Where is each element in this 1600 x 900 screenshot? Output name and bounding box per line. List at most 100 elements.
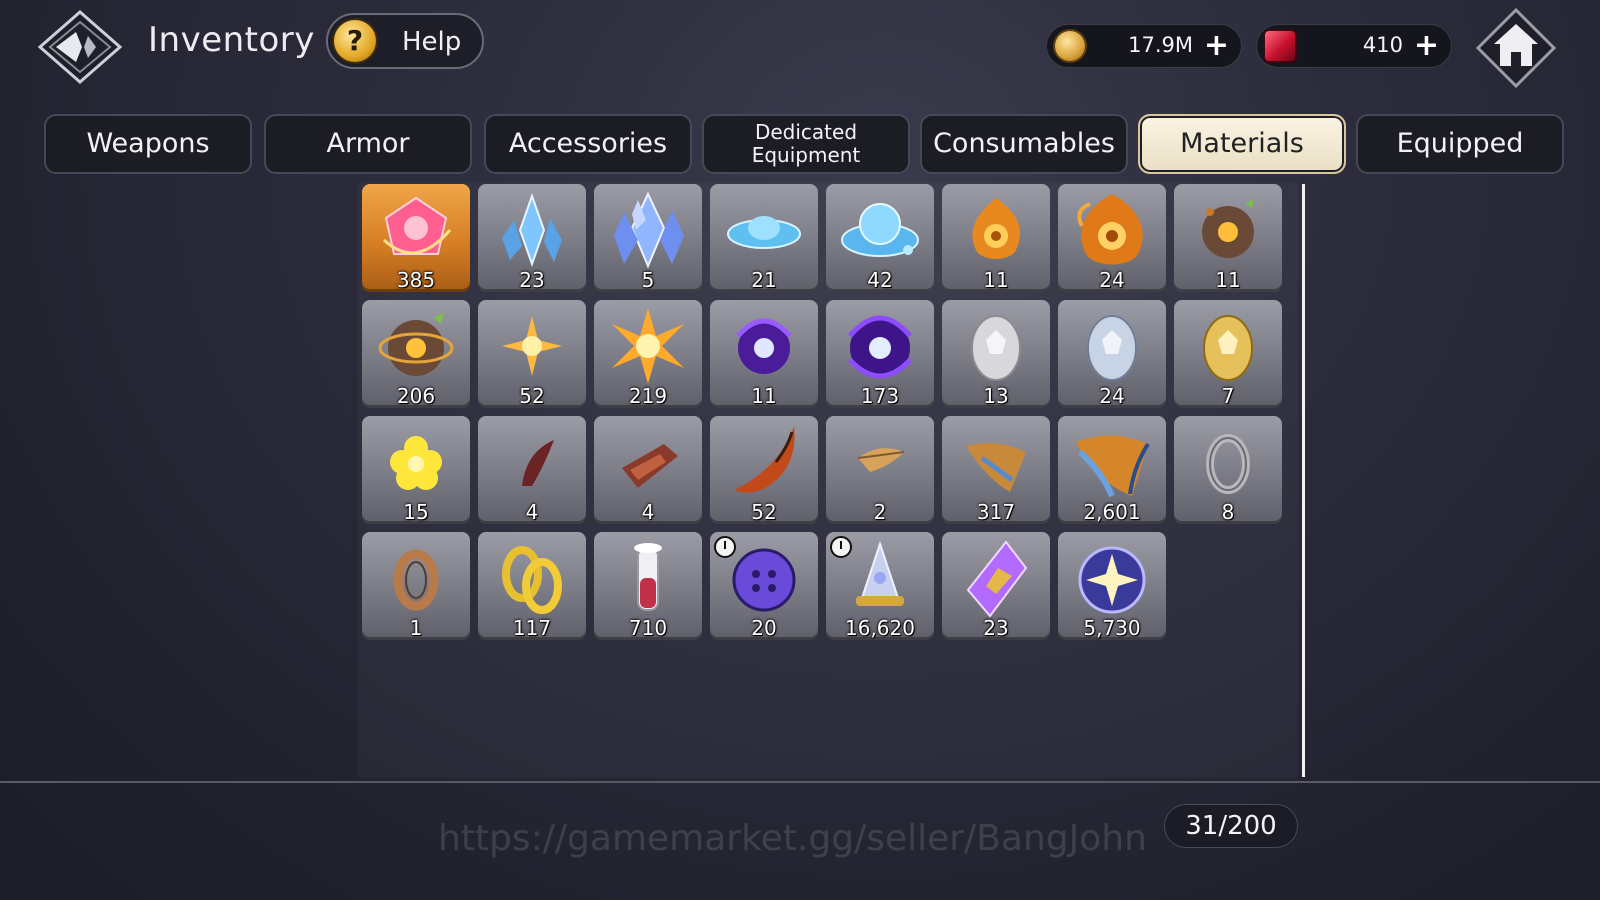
- crystal-lamp-icon: [856, 540, 904, 606]
- tab-consumables[interactable]: Consumables: [920, 114, 1128, 174]
- flame-rose-large-icon: [1077, 194, 1143, 265]
- wing-fragment-icon: [966, 443, 1026, 492]
- silver-egg-icon: [971, 315, 1021, 381]
- page-title: Inventory: [148, 20, 315, 60]
- footer-divider: [0, 781, 1600, 783]
- water-orb-small-icon: [727, 216, 801, 249]
- star-orb-icon: [1078, 546, 1146, 614]
- inventory-slot[interactable]: 11: [942, 184, 1050, 292]
- inventory-slot[interactable]: 317: [942, 416, 1050, 524]
- gold-currency: 17.9M +: [1046, 24, 1242, 68]
- item-quantity: 13: [983, 384, 1009, 408]
- tab-dedicated-equipment[interactable]: Dedicated Equipment: [702, 114, 910, 174]
- claw-small-icon: [522, 440, 554, 486]
- item-quantity: 385: [396, 268, 436, 292]
- inventory-slot[interactable]: 710: [594, 532, 702, 640]
- item-quantity: 23: [983, 616, 1009, 640]
- sun-shard-small-icon: [502, 316, 562, 376]
- home-icon: [1475, 7, 1557, 89]
- inventory-slot[interactable]: 5: [594, 184, 702, 292]
- item-quantity: 24: [1099, 384, 1125, 408]
- bronze-ring-icon: [393, 549, 439, 611]
- diamond-back-icon: [37, 10, 123, 84]
- inventory-slot[interactable]: 385: [362, 184, 470, 292]
- item-quantity: 5: [641, 268, 655, 292]
- watermark-text: https://gamemarket.gg/seller/BangJohn: [438, 818, 1147, 859]
- inventory-slot[interactable]: 2,601: [1058, 416, 1166, 524]
- fire-seed-small-icon: [1202, 198, 1254, 258]
- item-quantity: 15: [403, 500, 429, 524]
- inventory-slot[interactable]: 173: [826, 300, 934, 408]
- item-quantity: 2,601: [1083, 500, 1141, 524]
- gem-value: 410: [1362, 33, 1403, 57]
- item-quantity: 42: [867, 268, 893, 292]
- item-quantity: 21: [751, 268, 777, 292]
- add-gold-button[interactable]: +: [1204, 29, 1229, 63]
- wing-large-icon: [1076, 435, 1150, 498]
- inventory-slot[interactable]: 4: [478, 416, 586, 524]
- inventory-slot[interactable]: 16,620: [826, 532, 934, 640]
- item-quantity: 1: [409, 616, 423, 640]
- inventory-slot[interactable]: 117: [478, 532, 586, 640]
- item-quantity: 4: [641, 500, 655, 524]
- item-quantity: 173: [860, 384, 900, 408]
- inventory-slot[interactable]: 4: [594, 416, 702, 524]
- item-quantity: 5,730: [1083, 616, 1141, 640]
- question-icon: ?: [332, 18, 378, 64]
- add-gem-button[interactable]: +: [1414, 29, 1439, 63]
- help-label: Help: [402, 27, 462, 57]
- red-potion-vial-icon: [634, 543, 662, 611]
- inventory-slot[interactable]: 11: [1174, 184, 1282, 292]
- void-orb-large-icon: [848, 315, 912, 379]
- tab-weapons[interactable]: Weapons: [44, 114, 252, 174]
- feather-small-icon: [857, 448, 905, 472]
- golden-egg-icon: [1203, 315, 1253, 381]
- item-quantity: 317: [976, 500, 1016, 524]
- inventory-slot[interactable]: 206: [362, 300, 470, 408]
- inventory-slot[interactable]: 23: [478, 184, 586, 292]
- item-quantity: 4: [525, 500, 539, 524]
- inventory-slot[interactable]: 15: [362, 416, 470, 524]
- inventory-slot[interactable]: 7: [1174, 300, 1282, 408]
- inventory-slot[interactable]: 24: [1058, 184, 1166, 292]
- yellow-flower-icon: [390, 436, 442, 490]
- timer-icon: [830, 536, 852, 558]
- inventory-slot[interactable]: 219: [594, 300, 702, 408]
- purple-crystal-shard-icon: [966, 540, 1028, 618]
- inventory-slot[interactable]: 52: [478, 300, 586, 408]
- tab-equipped[interactable]: Equipped: [1356, 114, 1564, 174]
- inventory-slot[interactable]: 52: [710, 416, 818, 524]
- tab-accessories[interactable]: Accessories: [484, 114, 692, 174]
- item-quantity: 219: [628, 384, 668, 408]
- inventory-slot[interactable]: 2: [826, 416, 934, 524]
- flame-rose-small-icon: [972, 198, 1020, 259]
- home-button[interactable]: [1475, 7, 1557, 89]
- inventory-slot[interactable]: 1: [362, 532, 470, 640]
- tab-armor[interactable]: Armor: [264, 114, 472, 174]
- blue-crystal-small-icon: [502, 192, 562, 268]
- inventory-slot[interactable]: 5,730: [1058, 532, 1166, 640]
- item-quantity: 11: [983, 268, 1009, 292]
- inventory-slot[interactable]: 8: [1174, 416, 1282, 524]
- inventory-slot[interactable]: 23: [942, 532, 1050, 640]
- blue-egg-icon: [1087, 315, 1137, 381]
- gem-currency: 410 +: [1256, 24, 1452, 68]
- item-quantity: 16,620: [845, 616, 915, 640]
- inventory-slot[interactable]: 24: [1058, 300, 1166, 408]
- item-quantity: 52: [751, 500, 777, 524]
- inventory-slot[interactable]: 13: [942, 300, 1050, 408]
- water-orb-large-icon: [841, 203, 919, 257]
- inventory-slot[interactable]: 42: [826, 184, 934, 292]
- inventory-slot[interactable]: 20: [710, 532, 818, 640]
- inventory-slot[interactable]: 11: [710, 300, 818, 408]
- help-button[interactable]: ? Help: [326, 13, 484, 69]
- inventory-slot[interactable]: 21: [710, 184, 818, 292]
- item-quantity: 52: [519, 384, 545, 408]
- scrollbar[interactable]: [1302, 184, 1305, 777]
- blue-crystal-large-icon: [614, 191, 684, 269]
- category-tabs: Weapons Armor Accessories Dedicated Equipme…: [44, 114, 1568, 174]
- pink-rose-gem-icon: [382, 196, 452, 255]
- tab-materials[interactable]: Materials: [1138, 114, 1346, 174]
- item-quantity: 710: [628, 616, 668, 640]
- back-button[interactable]: [36, 8, 124, 86]
